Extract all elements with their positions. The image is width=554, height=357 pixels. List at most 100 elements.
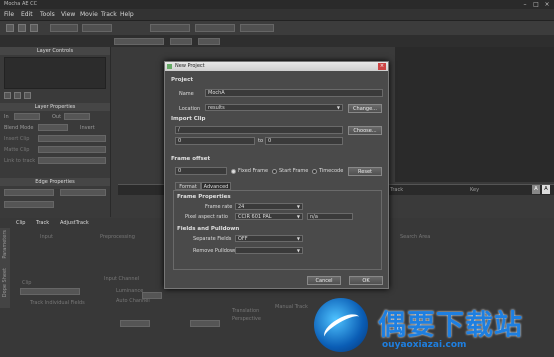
spline-tools-group[interactable]	[150, 24, 190, 32]
clip-dropdown[interactable]	[20, 288, 80, 295]
auto-key-button[interactable]: A	[532, 185, 540, 194]
choose-button[interactable]: Choose...	[348, 126, 382, 135]
close-icon[interactable]: ×	[542, 1, 552, 8]
menu-help[interactable]: Help	[120, 11, 134, 18]
name-field[interactable]: MochA	[205, 89, 383, 97]
view-dropdown[interactable]	[114, 38, 164, 45]
tab-format[interactable]: Format	[175, 182, 201, 190]
menu-track[interactable]: Track	[101, 11, 117, 18]
auto-key-icon[interactable]: A	[542, 185, 550, 194]
ok-button[interactable]: OK	[349, 276, 383, 285]
matte-clip-dropdown[interactable]	[38, 146, 106, 153]
layer-properties-header: Layer Properties	[0, 103, 110, 111]
view-tools-group[interactable]	[50, 24, 78, 32]
transform-tools-group[interactable]	[240, 24, 274, 32]
toolbar	[0, 21, 554, 36]
cancel-button[interactable]: Cancel	[307, 276, 341, 285]
smoothing-field[interactable]	[142, 292, 162, 299]
add-layer-icon[interactable]	[4, 92, 11, 99]
save-project-icon[interactable]	[30, 24, 38, 32]
start-frame-radio[interactable]	[272, 169, 277, 174]
new-project-icon[interactable]	[6, 24, 14, 32]
out-field[interactable]	[64, 113, 90, 120]
blend-mode-label: Blend Mode	[4, 125, 34, 131]
layer-list[interactable]	[4, 57, 106, 89]
select-tools-group[interactable]	[82, 24, 112, 32]
edge-width-slider[interactable]	[4, 189, 54, 196]
menu-edit[interactable]: Edit	[21, 11, 33, 18]
key-label: Key	[470, 187, 480, 193]
motion-field[interactable]	[190, 320, 220, 327]
shape-tools-group[interactable]	[195, 24, 235, 32]
frame-rate-label: Frame rate	[205, 204, 233, 210]
watermark-logo	[314, 298, 368, 352]
pixel-aspect-value: CCIR 601 PAL	[238, 214, 272, 220]
tab-track[interactable]: Track	[36, 220, 49, 226]
pixel-aspect-extra-field[interactable]: n/a	[307, 213, 353, 220]
menu-movie[interactable]: Movie	[80, 11, 98, 18]
frame-rate-dropdown[interactable]: 24 ▼	[235, 203, 303, 210]
blend-mode-dropdown[interactable]	[38, 124, 68, 131]
window-title: Mocha AE CC	[4, 1, 38, 7]
menu-tools[interactable]: Tools	[40, 11, 55, 18]
reset-button[interactable]: Reset	[348, 167, 382, 176]
search-area-label: Search Area	[400, 234, 431, 240]
location-value: results	[208, 105, 225, 111]
range-to-label: to	[258, 138, 264, 144]
in-field[interactable]	[14, 113, 40, 120]
scale-field[interactable]	[120, 320, 150, 327]
chevron-down-icon: ▼	[296, 204, 300, 209]
input-label: Input	[40, 234, 53, 240]
delete-layer-icon[interactable]	[24, 92, 31, 99]
side-tab-parameters[interactable]: Parameters	[2, 230, 8, 259]
range-to-field[interactable]: 0	[265, 137, 343, 145]
timecode-radio[interactable]	[312, 169, 317, 174]
menu-file[interactable]: File	[4, 11, 14, 18]
luminance-label: Luminance	[116, 288, 144, 294]
separate-fields-dropdown[interactable]: OFF ▼	[235, 235, 303, 242]
left-panel: Layer Controls Layer Properties In Out B…	[0, 47, 111, 217]
clip-path-field[interactable]: /	[175, 126, 343, 134]
matte-clip-label: Matte Clip	[4, 147, 30, 153]
chevron-down-icon: ▼	[296, 248, 300, 253]
window-titlebar: Mocha AE CC – □ ×	[0, 0, 554, 9]
duplicate-layer-icon[interactable]	[14, 92, 21, 99]
fields-pulldown-label: Fields and Pulldown	[177, 226, 240, 232]
pixel-aspect-label: Pixel aspect ratio	[185, 214, 228, 220]
open-project-icon[interactable]	[18, 24, 26, 32]
perspective-label: Perspective	[232, 316, 261, 322]
layer-controls-header: Layer Controls	[0, 47, 110, 55]
clip-label: Clip	[22, 280, 32, 286]
channel-dropdown[interactable]	[198, 38, 220, 45]
edge-properties-header: Edge Properties	[0, 178, 110, 186]
menu-view[interactable]: View	[61, 11, 75, 18]
edge-value-field[interactable]	[60, 189, 106, 196]
location-dropdown[interactable]: results ▼	[205, 104, 343, 111]
insert-clip-dropdown[interactable]	[38, 135, 106, 142]
tab-advanced[interactable]: Advanced	[201, 182, 231, 190]
side-tab-dope-sheet[interactable]: Dope Sheet	[2, 268, 8, 297]
remove-pulldown-dropdown[interactable]: ▼	[235, 247, 303, 254]
maximize-icon[interactable]: □	[531, 1, 541, 8]
translation-label: Translation	[232, 308, 260, 314]
fixed-frame-radio[interactable]	[231, 169, 236, 174]
preprocessing-label: Preprocessing	[100, 234, 135, 240]
watermark-url: ouyaoxiazai.com	[382, 340, 467, 350]
zoom-dropdown[interactable]	[170, 38, 192, 45]
minimize-icon[interactable]: –	[520, 1, 530, 8]
tab-adjusttrack[interactable]: AdjustTrack	[60, 220, 89, 226]
link-to-track-dropdown[interactable]	[38, 157, 106, 164]
view-options-bar	[0, 35, 554, 47]
edge-motion-blur-slider[interactable]	[4, 201, 54, 208]
frame-offset-field[interactable]: 0	[175, 167, 227, 175]
viewer-area[interactable]	[395, 47, 554, 182]
pixel-aspect-dropdown[interactable]: CCIR 601 PAL ▼	[235, 213, 303, 220]
change-button[interactable]: Change...	[348, 104, 382, 113]
timecode-label: Timecode	[319, 168, 344, 174]
tab-clip[interactable]: Clip	[16, 220, 25, 226]
range-from-field[interactable]: 0	[175, 137, 255, 145]
dialog-close-icon[interactable]: ×	[378, 63, 386, 70]
menu-bar: File Edit Tools View Movie Track Help	[0, 9, 554, 21]
track-label: Track	[390, 187, 404, 193]
new-project-dialog: New Project × Project Name MochA Locatio…	[164, 61, 389, 289]
